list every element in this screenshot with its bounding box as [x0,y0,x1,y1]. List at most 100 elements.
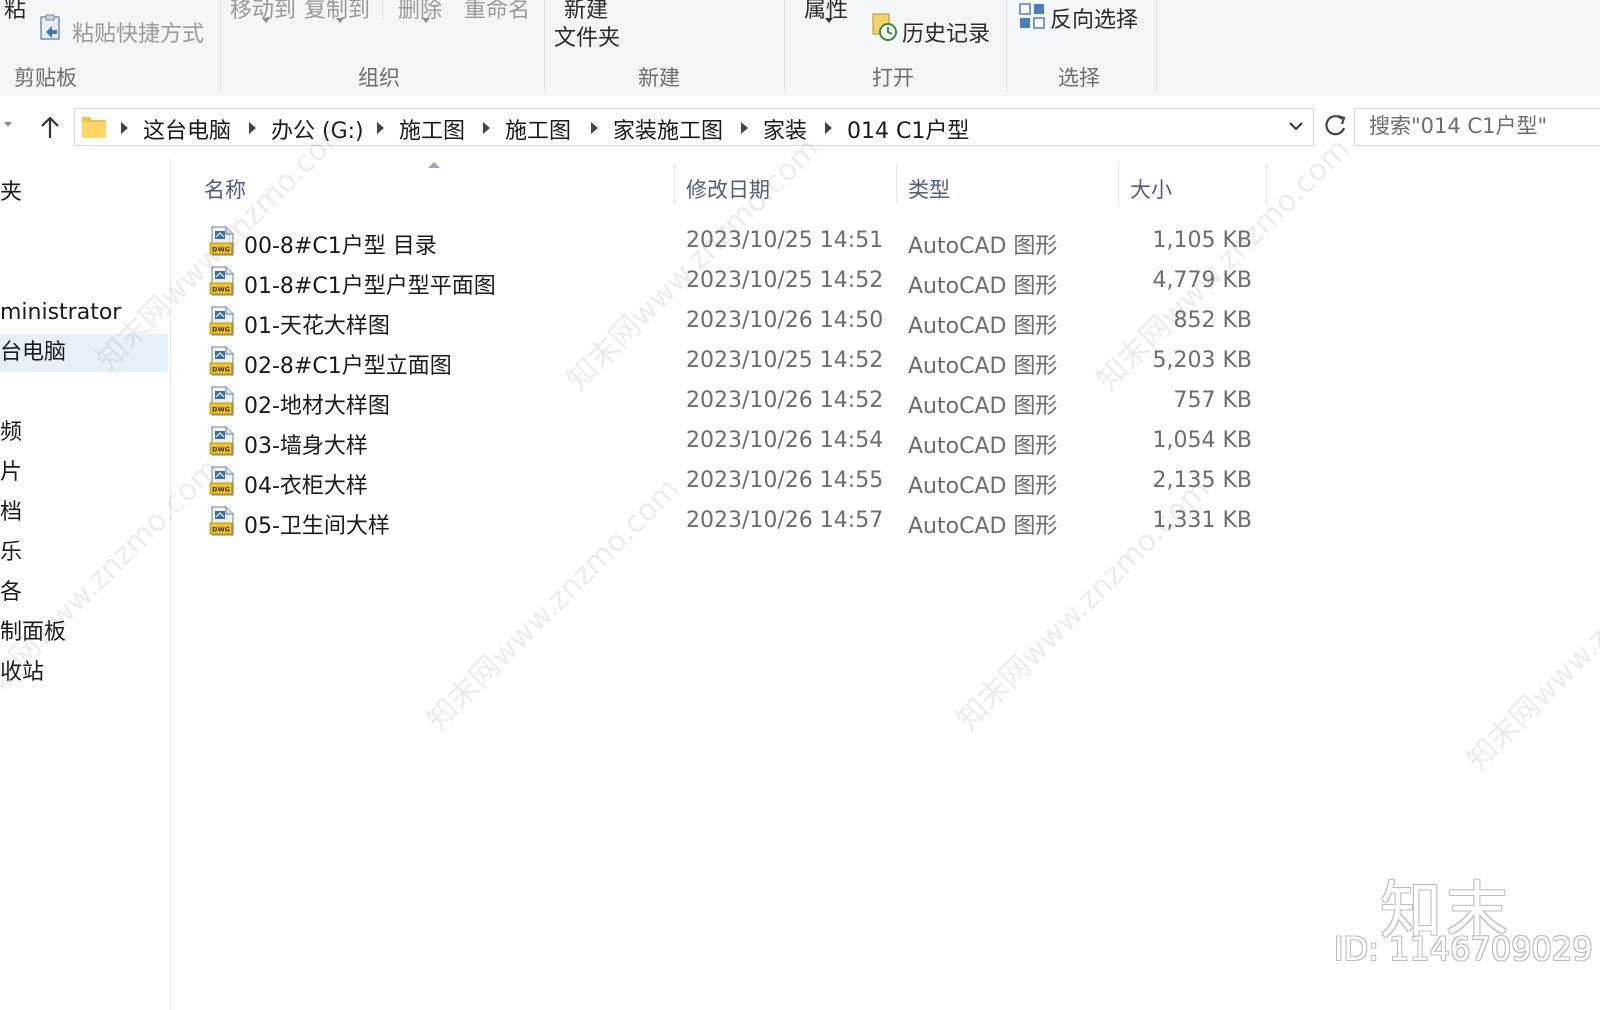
file-name: 04-衣柜大样 [244,474,368,499]
file-date-modified: 2023/10/26 14:55 [686,468,884,493]
file-size: 852 KB [1173,308,1252,333]
file-row[interactable]: DWG 05-卫生间大样 2023/10/26 14:57 AutoCAD 图形 1,3… [190,502,1280,542]
file-size: 1,331 KB [1152,508,1253,533]
breadcrumb-this-pc[interactable]: 这台电脑 [143,113,231,145]
nav-item-network[interactable]: 各 [0,574,22,612]
history-icon [870,12,900,42]
file-row[interactable]: DWG 02-8#C1户型立面图 2023/10/25 14:52 AutoCAD 图… [190,342,1280,382]
column-divider[interactable] [1118,164,1119,204]
breadcrumb-folder[interactable]: 施工图 [505,113,571,145]
nav-item-recycle-bin[interactable]: 收站 [0,654,44,692]
dwg-file-icon: DWG [208,305,236,337]
search-input[interactable] [1355,109,1600,143]
nav-item-control-panel[interactable]: 制面板 [0,614,66,652]
breadcrumb-arrow-icon[interactable] [483,122,490,134]
paste-shortcut-button[interactable]: 粘贴快捷方式 [72,16,204,48]
address-bar[interactable]: 这台电脑 办公 (G:) 施工图 施工图 家装施工图 家装 014 C1户型 [74,108,1314,146]
file-date-modified: 2023/10/25 14:52 [686,348,884,373]
delete-button[interactable]: 删除 [398,0,442,24]
new-folder-label[interactable]: 文件夹 [554,20,620,52]
new-group-label: 新建 [638,66,680,90]
file-date-modified: 2023/10/26 14:50 [686,308,884,333]
file-row[interactable]: DWG 01-8#C1户型户型平面图 2023/10/25 14:52 AutoCAD… [190,262,1280,302]
file-date-modified: 2023/10/26 14:54 [686,428,884,453]
nav-item-user[interactable]: ministrator [0,294,121,332]
svg-text:DWG: DWG [212,366,230,374]
file-type: AutoCAD 图形 [908,274,1058,299]
dwg-file-icon: DWG [208,465,236,497]
nav-item-folders[interactable]: 夹 [0,174,22,212]
paste-shortcut-icon [38,14,64,42]
history-button[interactable]: 历史记录 [902,16,990,48]
select-group-label: 选择 [1058,66,1100,90]
column-divider[interactable] [1266,164,1267,204]
search-box[interactable] [1354,108,1600,146]
clipboard-group-label: 剪贴板 [14,66,77,90]
file-row[interactable]: DWG 02-地材大样图 2023/10/26 14:52 AutoCAD 图形 757… [190,382,1280,422]
file-row[interactable]: DWG 03-墙身大样 2023/10/26 14:54 AutoCAD 图形 1,05… [190,422,1280,462]
navigation-bar: 这台电脑 办公 (G:) 施工图 施工图 家装施工图 家装 014 C1户型 [0,96,1600,158]
svg-text:DWG: DWG [212,326,230,334]
file-date-modified: 2023/10/26 14:57 [686,508,884,533]
file-type: AutoCAD 图形 [908,394,1058,419]
dwg-file-icon: DWG [208,225,236,257]
file-type: AutoCAD 图形 [908,434,1058,459]
nav-item-pictures[interactable]: 片 [0,454,22,492]
file-name: 05-卫生间大样 [244,514,390,539]
nav-item-videos[interactable]: 频 [0,414,22,452]
chevron-down-icon [262,18,270,23]
organize-group-label: 组织 [358,66,400,90]
rename-button[interactable]: 重命名 [464,0,530,24]
up-arrow-icon[interactable] [36,114,64,142]
breadcrumb-folder[interactable]: 施工图 [399,113,465,145]
watermark-text: 知末网www.znzmo.com [1460,511,1600,778]
breadcrumb-arrow-icon[interactable] [121,122,128,134]
nav-item-this-pc[interactable]: 台电脑 [0,334,168,372]
column-header-size[interactable]: 大小 [1130,174,1172,204]
breadcrumb-arrow-icon[interactable] [741,122,748,134]
watermark-id: ID: 1146709029 [1334,930,1593,968]
file-type: AutoCAD 图形 [908,354,1058,379]
breadcrumb-current-folder[interactable]: 014 C1户型 [847,113,969,145]
breadcrumb-folder[interactable]: 家装施工图 [613,113,723,145]
address-dropdown-icon[interactable] [1287,117,1305,135]
column-divider[interactable] [674,164,675,204]
invert-selection-button[interactable]: 反向选择 [1050,2,1138,34]
breadcrumb-arrow-icon[interactable] [591,122,598,134]
chevron-down-icon [422,18,430,23]
column-divider[interactable] [896,164,897,204]
nav-item-music[interactable]: 乐 [0,534,22,572]
file-size: 1,105 KB [1152,228,1253,253]
column-header-type[interactable]: 类型 [908,174,950,204]
ribbon-divider [382,0,383,20]
column-header-date[interactable]: 修改日期 [686,174,770,204]
column-header-name[interactable]: 名称 [204,174,246,204]
dwg-file-icon: DWG [208,505,236,537]
chevron-down-icon [825,18,833,23]
breadcrumb-folder[interactable]: 家装 [763,113,807,145]
file-size: 1,054 KB [1152,428,1253,453]
file-list-header: 名称 修改日期 类型 大小 [190,158,1280,214]
recent-locations-chevron-icon[interactable] [4,122,12,127]
ribbon-divider [784,0,785,92]
breadcrumb-drive[interactable]: 办公 (G:) [271,113,364,145]
invert-selection-icon [1018,2,1048,32]
ribbon-divider [220,0,221,92]
refresh-icon[interactable] [1318,108,1352,144]
file-type: AutoCAD 图形 [908,514,1058,539]
svg-text:DWG: DWG [212,446,230,454]
paste-button[interactable]: 粘 [4,0,26,24]
svg-text:DWG: DWG [212,286,230,294]
file-type: AutoCAD 图形 [908,474,1058,499]
folder-icon [79,111,109,141]
file-row[interactable]: DWG 00-8#C1户型 目录 2023/10/25 14:51 AutoCAD 图… [190,222,1280,262]
breadcrumb-arrow-icon[interactable] [377,122,384,134]
breadcrumb-arrow-icon[interactable] [249,122,256,134]
svg-text:DWG: DWG [212,246,230,254]
nav-item-documents[interactable]: 档 [0,494,22,532]
file-row[interactable]: DWG 01-天花大样图 2023/10/26 14:50 AutoCAD 图形 852… [190,302,1280,342]
breadcrumb-arrow-icon[interactable] [825,122,832,134]
open-group-label: 打开 [872,66,914,90]
svg-text:DWG: DWG [212,406,230,414]
file-row[interactable]: DWG 04-衣柜大样 2023/10/26 14:55 AutoCAD 图形 2,13… [190,462,1280,502]
